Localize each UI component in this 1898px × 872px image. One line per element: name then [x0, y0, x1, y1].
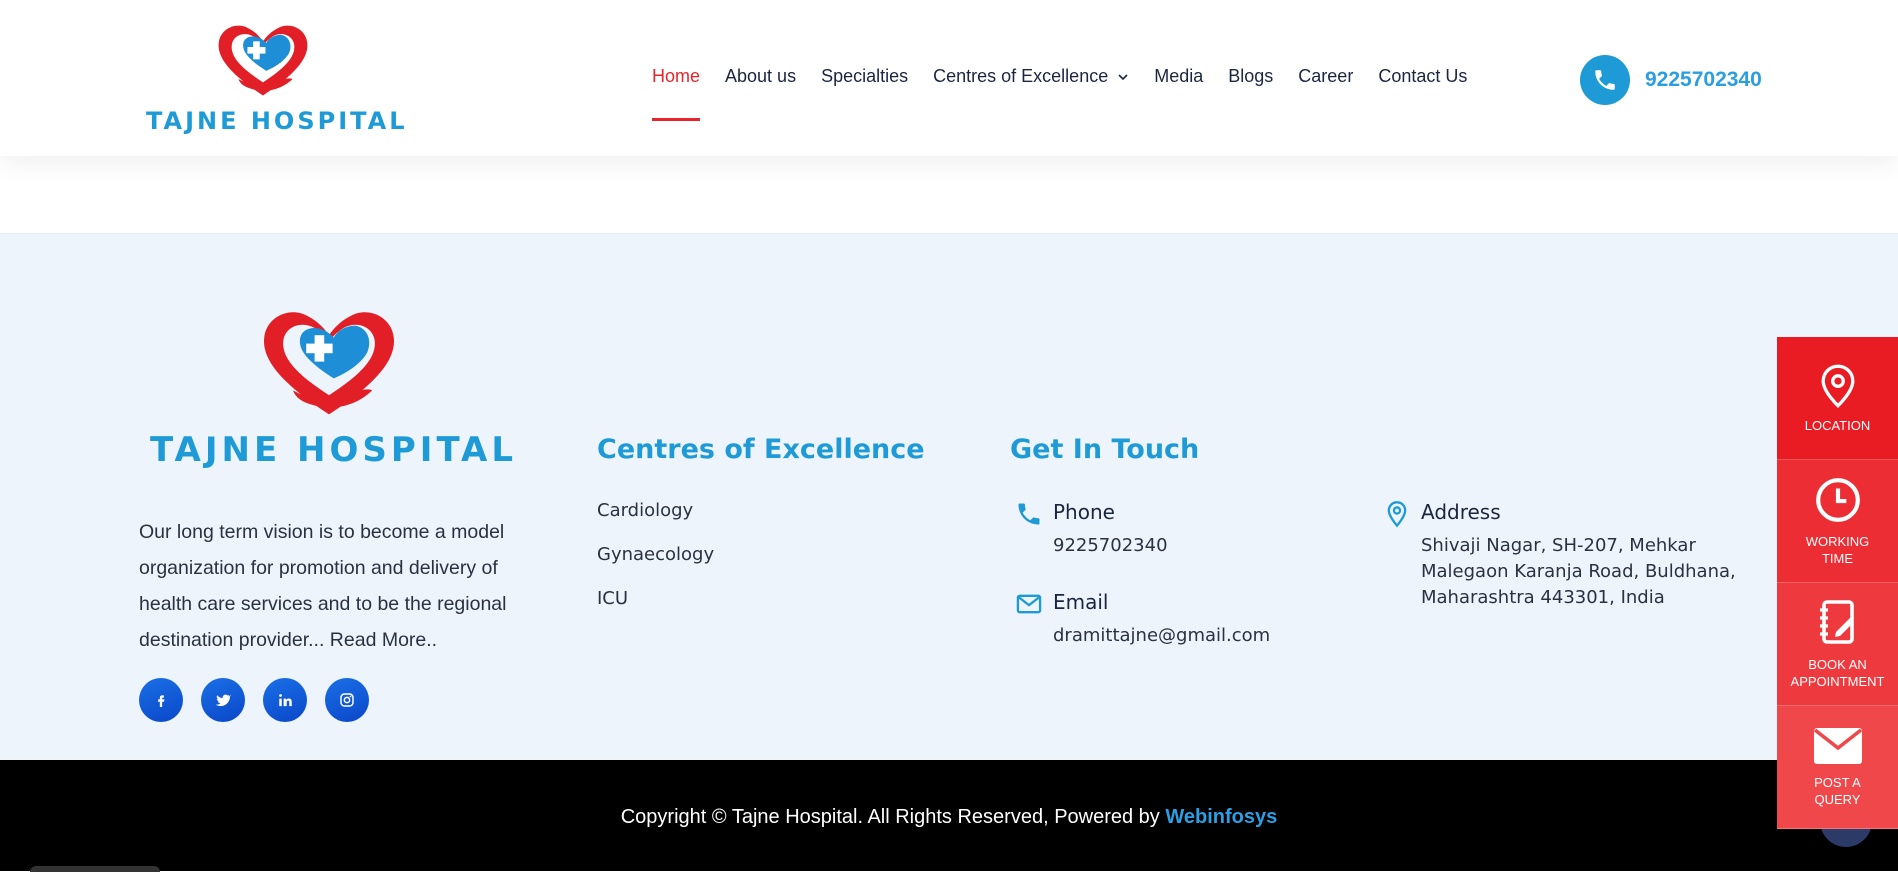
email-value-link[interactable]: dramittajne@gmail.com — [1053, 625, 1270, 646]
twitter-icon[interactable] — [201, 678, 245, 722]
nav-centres-label: Centres of Excellence — [933, 66, 1109, 86]
nav-career[interactable]: Career — [1298, 66, 1353, 87]
about-paragraph: Our long term vision is to become a mode… — [139, 514, 529, 658]
nav-about-us[interactable]: About us — [725, 66, 796, 87]
site-footer: TAJNE HOSPITAL Our long term vision is t… — [0, 234, 1898, 760]
contact-address: Address Shivaji Nagar, SH-207, Mehkar Ma… — [1387, 500, 1751, 611]
bottom-left-tab — [30, 866, 160, 872]
header-phone-link[interactable]: 9225702340 — [1580, 55, 1762, 105]
chevron-down-icon — [1118, 74, 1128, 81]
heart-logo-icon — [264, 312, 394, 415]
side-location-label: LOCATION — [1804, 417, 1871, 433]
site-header: TAJNE HOSPITAL Home About us Specialties… — [0, 0, 1898, 156]
heart-logo-icon — [218, 25, 308, 96]
logo-text: TAJNE HOSPITAL — [146, 107, 408, 135]
footer-logo-text: TAJNE HOSPITAL — [150, 430, 517, 470]
clock-icon — [1815, 478, 1860, 522]
nav-blogs[interactable]: Blogs — [1228, 66, 1273, 87]
phone-icon — [1580, 55, 1630, 105]
coe-list: Cardiology Gynaecology ICU — [597, 500, 714, 632]
location-pin-icon — [1387, 501, 1407, 528]
coe-item-gynaecology[interactable]: Gynaecology — [597, 544, 714, 565]
nav-contact-us[interactable]: Contact Us — [1378, 66, 1467, 87]
envelope-icon — [1813, 728, 1862, 764]
main-nav: Home About us Specialties Centres of Exc… — [652, 66, 1492, 121]
address-label: Address — [1421, 500, 1501, 524]
side-location-button[interactable]: LOCATION — [1777, 337, 1898, 460]
coe-item-icu[interactable]: ICU — [597, 588, 714, 609]
linkedin-icon[interactable] — [263, 678, 307, 722]
about-text: Our long term vision is to become a mode… — [139, 521, 507, 651]
address-value: Shivaji Nagar, SH-207, Mehkar Malegaon K… — [1421, 535, 1736, 608]
contact-phone: Phone 9225702340 — [1018, 500, 1168, 559]
location-pin-icon — [1821, 364, 1854, 408]
nav-centres-of-excellence[interactable]: Centres of Excellence — [933, 66, 1129, 87]
side-book-appointment-button[interactable]: BOOK AN APPOINTMENT — [1777, 583, 1898, 706]
instagram-icon[interactable] — [325, 678, 369, 722]
content-spacer — [0, 156, 1898, 234]
coe-item-cardiology[interactable]: Cardiology — [597, 500, 714, 521]
email-label: Email — [1053, 590, 1109, 614]
nav-media[interactable]: Media — [1154, 66, 1203, 87]
side-working-time-label: WORKING TIME — [1805, 534, 1870, 566]
side-action-bar: LOCATION WORKING TIME BOOK AN APPOINTMEN… — [1777, 337, 1898, 829]
side-post-query-label: POST A QUERY — [1814, 775, 1861, 807]
notebook-pen-icon — [1819, 600, 1854, 644]
powered-by-link[interactable]: Webinfosys — [1165, 806, 1277, 828]
phone-icon — [1018, 503, 1040, 525]
side-working-time-button[interactable]: WORKING TIME — [1777, 460, 1898, 583]
copyright-bar: Copyright © Tajne Hospital. All Rights R… — [0, 760, 1898, 871]
contact-email: Email dramittajne@gmail.com — [1016, 590, 1270, 649]
footer-logo[interactable]: TAJNE HOSPITAL — [148, 304, 518, 470]
side-post-query-button[interactable]: POST A QUERY — [1777, 706, 1898, 829]
nav-specialties[interactable]: Specialties — [821, 66, 908, 87]
phone-value-link[interactable]: 9225702340 — [1053, 535, 1168, 556]
side-book-appointment-label: BOOK AN APPOINTMENT — [1790, 657, 1885, 689]
read-more-link[interactable]: Read More.. — [330, 629, 437, 651]
nav-home[interactable]: Home — [652, 66, 701, 121]
phone-label: Phone — [1053, 500, 1115, 524]
get-in-touch-heading: Get In Touch — [1010, 434, 1200, 465]
header-phone-number: 9225702340 — [1645, 68, 1762, 91]
facebook-icon[interactable] — [139, 678, 183, 722]
coe-heading: Centres of Excellence — [597, 434, 925, 465]
copyright-text-line: Copyright © Tajne Hospital. All Rights R… — [0, 806, 1898, 829]
social-links — [139, 678, 369, 722]
copyright-text: Copyright © Tajne Hospital. All Rights R… — [620, 806, 1160, 828]
mail-icon — [1016, 594, 1042, 614]
header-logo[interactable]: TAJNE HOSPITAL — [145, 20, 405, 135]
